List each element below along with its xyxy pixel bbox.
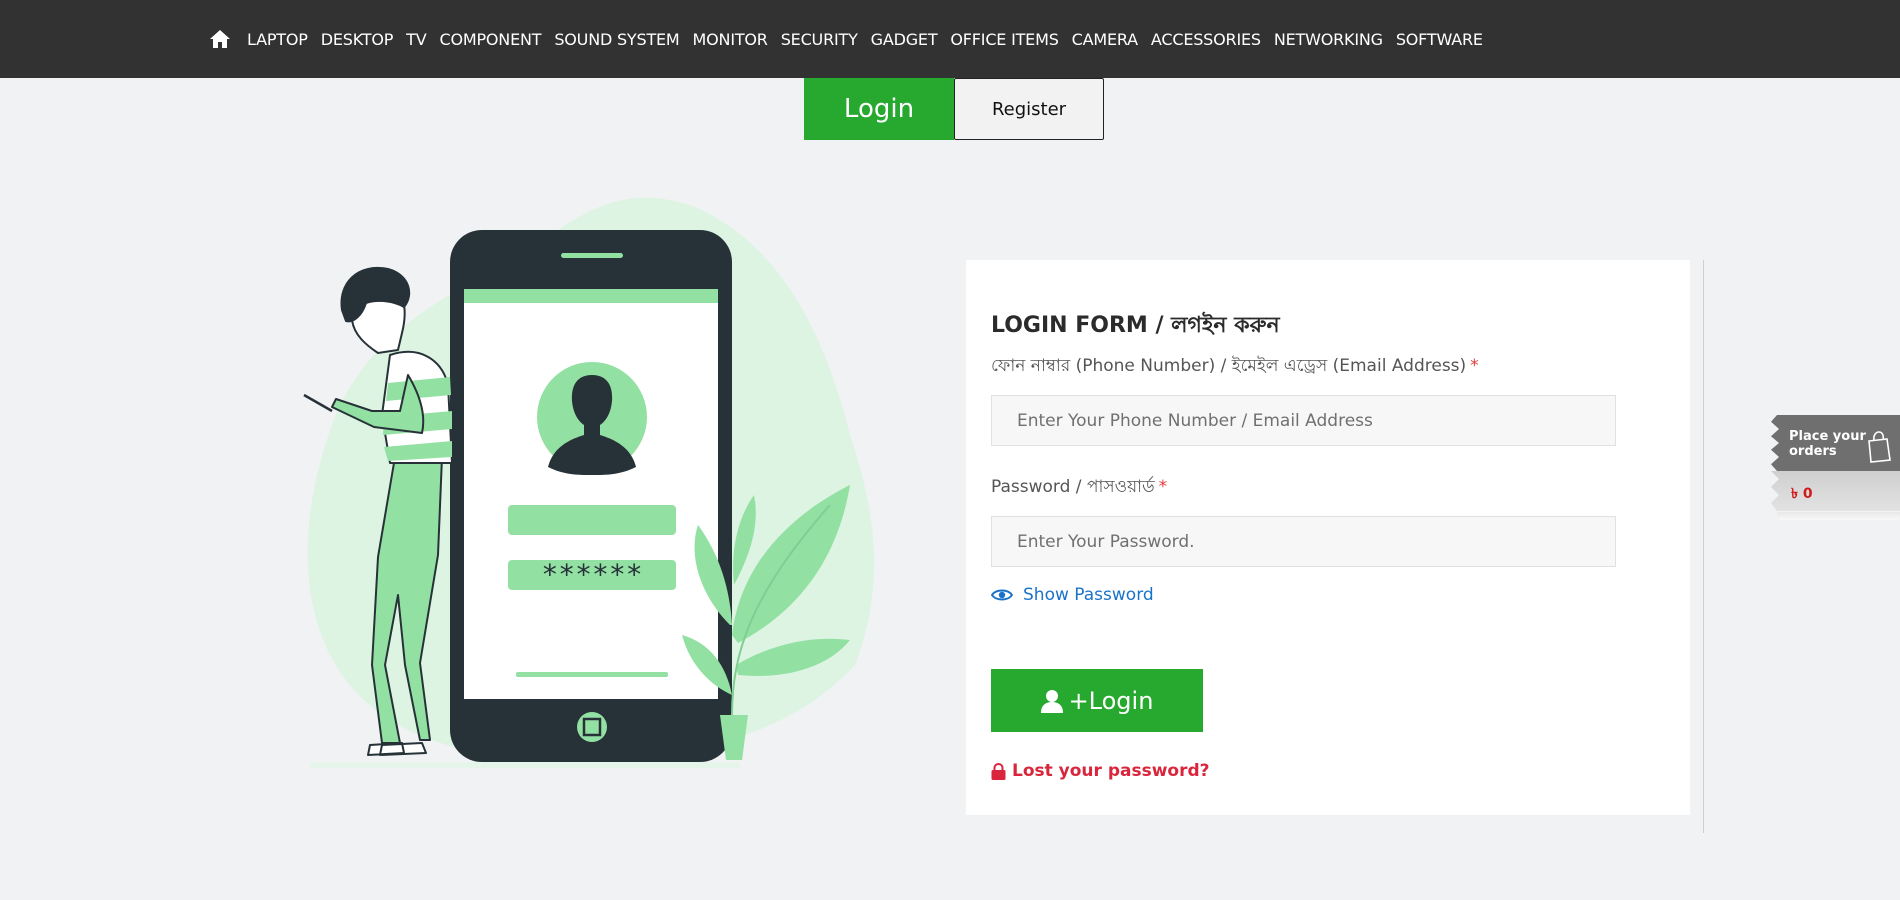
nav-item-component[interactable]: COMPONENT [439, 30, 541, 49]
order-widget-shadow [1777, 512, 1900, 520]
nav-item-desktop[interactable]: DESKTOP [321, 30, 394, 49]
order-widget-bottom: ৳ 0 [1771, 471, 1900, 511]
show-password-label: Show Password [1023, 585, 1154, 605]
required-mark: * [1158, 477, 1168, 497]
show-password-toggle[interactable]: Show Password [991, 585, 1154, 605]
lost-password-link[interactable]: Lost your password? [991, 761, 1210, 781]
login-button-label: +Login [1068, 686, 1154, 715]
vertical-divider [1703, 260, 1704, 833]
lock-icon [991, 762, 1006, 780]
tab-register[interactable]: Register [954, 78, 1104, 140]
nav-item-camera[interactable]: CAMERA [1072, 30, 1138, 49]
phone-label-text: ফোন নাম্বার (Phone Number) / ইমেইল এড্রে… [991, 356, 1467, 376]
nav-item-laptop[interactable]: LAPTOP [247, 30, 308, 49]
password-label: Password / পাসওয়ার্ড * [991, 474, 1167, 502]
auth-tabs: Login Register [804, 78, 1104, 140]
top-nav: LAPTOP DESKTOP TV COMPONENT SOUND SYSTEM… [0, 0, 1900, 78]
user-icon [1040, 689, 1063, 713]
nav-item-office-items[interactable]: OFFICE ITEMS [950, 30, 1058, 49]
home-icon[interactable] [209, 28, 231, 50]
nav-item-software[interactable]: SOFTWARE [1396, 30, 1483, 49]
phone-email-input[interactable] [991, 395, 1616, 446]
nav-item-sound-system[interactable]: SOUND SYSTEM [554, 30, 679, 49]
nav-item-accessories[interactable]: ACCESSORIES [1151, 30, 1261, 49]
login-button[interactable]: +Login [991, 669, 1203, 732]
nav-item-monitor[interactable]: MONITOR [693, 30, 768, 49]
nav-item-gadget[interactable]: GADGET [871, 30, 938, 49]
nav-item-security[interactable]: SECURITY [781, 30, 858, 49]
tab-login[interactable]: Login [804, 78, 954, 140]
order-line1: Place your [1789, 429, 1866, 444]
cart-amount: ৳ 0 [1791, 486, 1813, 502]
nav-item-tv[interactable]: TV [406, 30, 427, 49]
shopping-bag-icon [1868, 431, 1891, 463]
order-widget-text: Place your orders [1789, 429, 1866, 459]
form-title: LOGIN FORM / লগইন করুন [991, 313, 1280, 338]
place-order-widget[interactable]: Place your orders ৳ 0 [1771, 415, 1900, 523]
password-input[interactable] [991, 516, 1616, 567]
nav-item-networking[interactable]: NETWORKING [1274, 30, 1383, 49]
required-mark: * [1470, 356, 1479, 376]
login-illustration: ****** [270, 195, 890, 775]
eye-icon [991, 589, 1013, 601]
lost-password-label: Lost your password? [1012, 761, 1210, 781]
order-line2: orders [1789, 444, 1837, 459]
order-widget-top: Place your orders [1771, 415, 1900, 471]
password-label-text: Password / পাসওয়ার্ড [991, 477, 1155, 497]
password-mask: ****** [541, 558, 642, 591]
phone-label: ফোন নাম্বার (Phone Number) / ইমেইল এড্রে… [991, 353, 1479, 381]
login-form-card: LOGIN FORM / লগইন করুন ফোন নাম্বার (Phon… [966, 260, 1690, 815]
